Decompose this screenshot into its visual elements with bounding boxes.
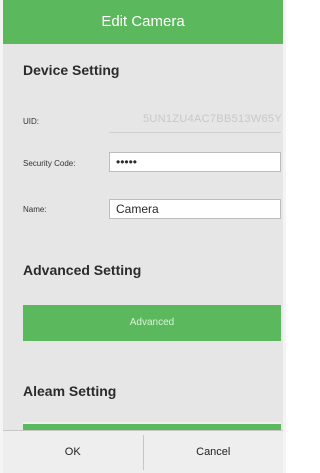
alarm-setting-heading: Aleam Setting: [23, 383, 117, 399]
name-field[interactable]: Camera: [109, 199, 281, 219]
uid-label: UID:: [23, 117, 39, 126]
ok-button[interactable]: OK: [3, 431, 143, 473]
uid-underline: [109, 132, 281, 133]
name-label: Name:: [23, 205, 47, 214]
title-bar: Edit Camera: [3, 0, 283, 44]
page-title: Edit Camera: [101, 13, 185, 30]
device-setting-heading: Device Setting: [23, 62, 120, 78]
uid-value: 5UN1ZU4AC7BB513W65Y: [143, 113, 282, 125]
bottom-action-bar: OK Cancel: [3, 430, 283, 473]
edit-camera-screen: Edit Camera Device Setting UID: 5UN1ZU4A…: [0, 0, 286, 473]
cancel-button[interactable]: Cancel: [144, 431, 284, 473]
advanced-setting-heading: Advanced Setting: [23, 262, 142, 278]
advanced-button[interactable]: Advanced: [23, 305, 281, 341]
security-code-label: Security Code:: [23, 159, 76, 168]
security-code-field[interactable]: •••••: [109, 152, 281, 172]
